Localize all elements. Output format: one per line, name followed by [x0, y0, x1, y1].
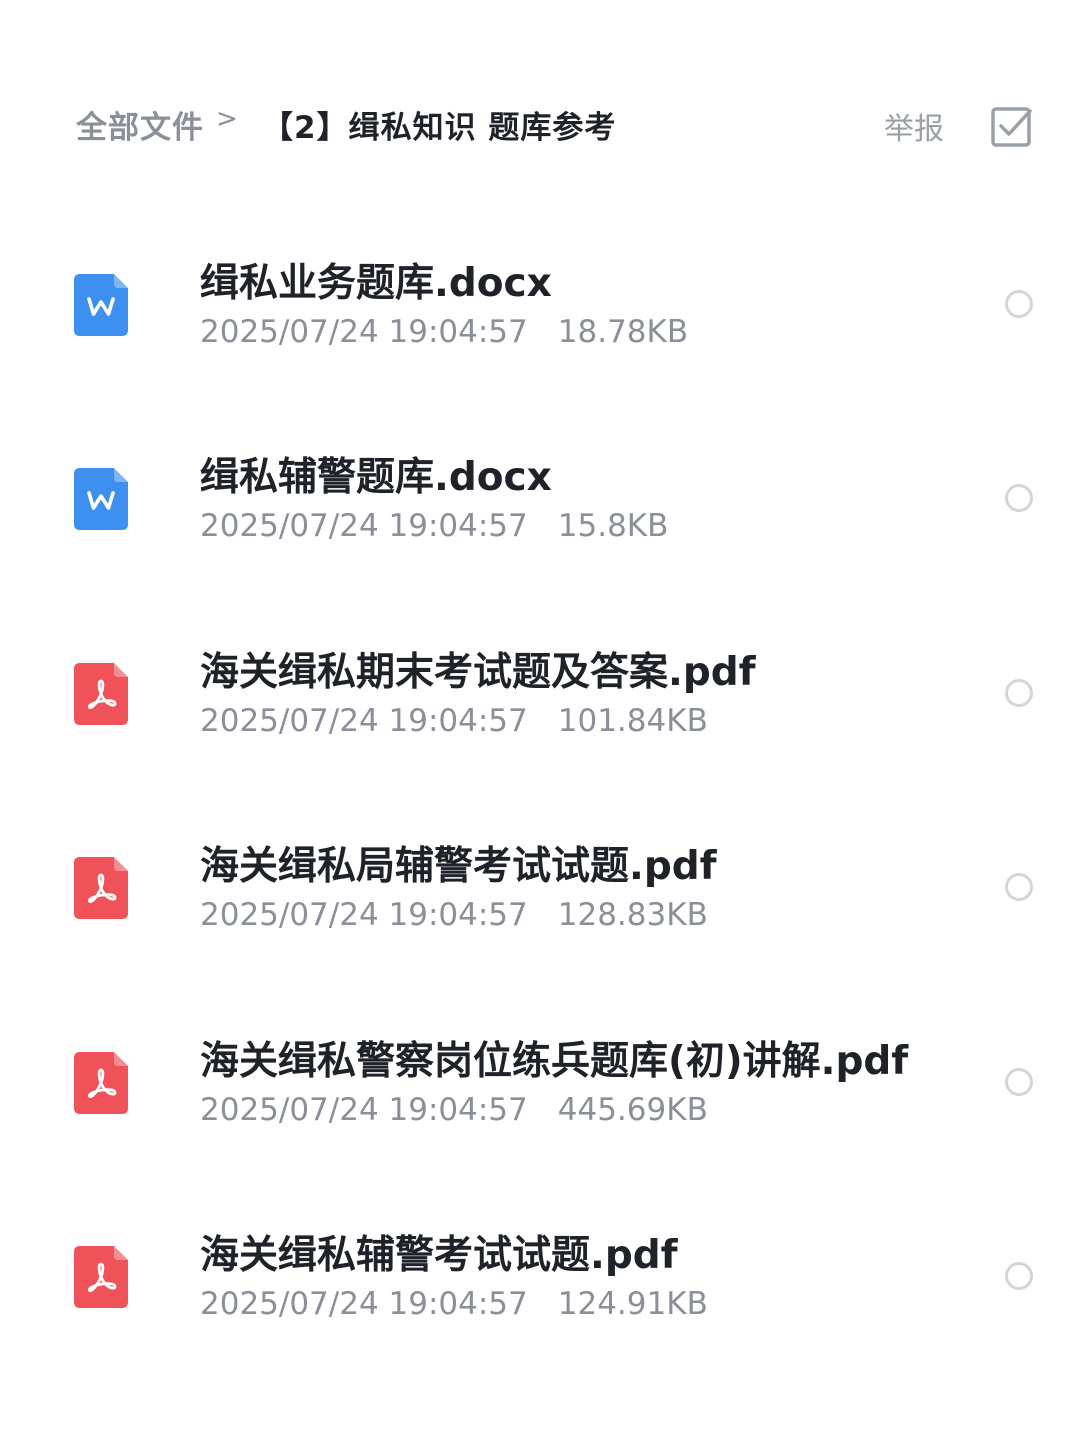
file-date: 2025/07/24 19:04:57 — [200, 1285, 528, 1322]
file-row[interactable]: 海关缉私警察岗位练兵题库(初)讲解.pdf 2025/07/24 19:04:5… — [0, 986, 1080, 1180]
file-date: 2025/07/24 19:04:57 — [200, 1091, 528, 1128]
file-name: 缉私业务题库.docx — [200, 261, 552, 306]
file-size: 15.8KB — [557, 508, 669, 545]
file-meta: 2025/07/24 19:04:57 124.91KB — [200, 1286, 708, 1322]
file-name: 海关缉私局辅警考试试题.pdf — [200, 844, 717, 890]
breadcrumb-root[interactable]: 全部文件 — [76, 102, 204, 147]
select-radio[interactable] — [1005, 1261, 1033, 1290]
file-size: 445.69KB — [557, 1091, 708, 1128]
breadcrumb-current-folder: 【2】缉私知识 题库参考 — [262, 110, 617, 146]
pdf-file-icon — [74, 662, 128, 725]
breadcrumb-separator: > — [216, 104, 238, 134]
file-name: 海关缉私警察岗位练兵题库(初)讲解.pdf — [200, 1038, 909, 1084]
file-list: 缉私业务题库.docx 2025/07/24 19:04:57 18.78KB 缉… — [0, 208, 1080, 1374]
file-row[interactable]: 海关缉私辅警考试试题.pdf 2025/07/24 19:04:57 124.91… — [0, 1180, 1080, 1374]
pdf-file-icon — [74, 1245, 128, 1308]
file-date: 2025/07/24 19:04:57 — [200, 508, 528, 545]
file-size: 128.83KB — [557, 897, 708, 934]
file-row[interactable]: 缉私业务题库.docx 2025/07/24 19:04:57 18.78KB — [0, 208, 1080, 402]
file-name: 海关缉私期末考试题及答案.pdf — [200, 649, 756, 695]
file-date: 2025/07/24 19:04:57 — [200, 314, 528, 350]
file-row[interactable]: 海关缉私期末考试题及答案.pdf 2025/07/24 19:04:57 101.… — [0, 597, 1080, 791]
file-row[interactable]: 海关缉私局辅警考试试题.pdf 2025/07/24 19:04:57 128.8… — [0, 791, 1080, 985]
word-file-icon — [74, 274, 128, 336]
file-meta: 2025/07/24 19:04:57 18.78KB — [200, 314, 688, 350]
file-date: 2025/07/24 19:04:57 — [200, 702, 528, 739]
file-size: 101.84KB — [557, 702, 708, 739]
file-meta: 2025/07/24 19:04:57 101.84KB — [200, 703, 708, 739]
report-button[interactable]: 举报 — [884, 104, 944, 148]
select-radio[interactable] — [1005, 1067, 1033, 1096]
select-radio[interactable] — [1005, 484, 1033, 513]
select-radio[interactable] — [1005, 290, 1033, 318]
file-size: 18.78KB — [557, 314, 689, 350]
file-row[interactable]: 缉私辅警题库.docx 2025/07/24 19:04:57 15.8KB — [0, 402, 1080, 596]
breadcrumb-header: 全部文件 > 【2】缉私知识 题库参考 举报 — [0, 92, 1080, 156]
word-file-icon — [74, 468, 128, 531]
select-radio[interactable] — [1005, 873, 1033, 902]
file-name: 缉私辅警题库.docx — [200, 455, 552, 501]
file-meta: 2025/07/24 19:04:57 15.8KB — [200, 508, 668, 544]
file-browser-page: 全部文件 > 【2】缉私知识 题库参考 举报 缉私业务题库.docx 2025/… — [0, 0, 1080, 1441]
pdf-file-icon — [74, 857, 128, 920]
file-meta: 2025/07/24 19:04:57 445.69KB — [200, 1092, 708, 1128]
file-meta: 2025/07/24 19:04:57 128.83KB — [200, 897, 708, 933]
file-name: 海关缉私辅警考试试题.pdf — [200, 1232, 678, 1278]
pdf-file-icon — [74, 1051, 128, 1114]
select-radio[interactable] — [1005, 678, 1033, 707]
file-size: 124.91KB — [557, 1285, 708, 1322]
file-date: 2025/07/24 19:04:57 — [200, 897, 528, 934]
checkbox-icon[interactable] — [990, 104, 1034, 148]
